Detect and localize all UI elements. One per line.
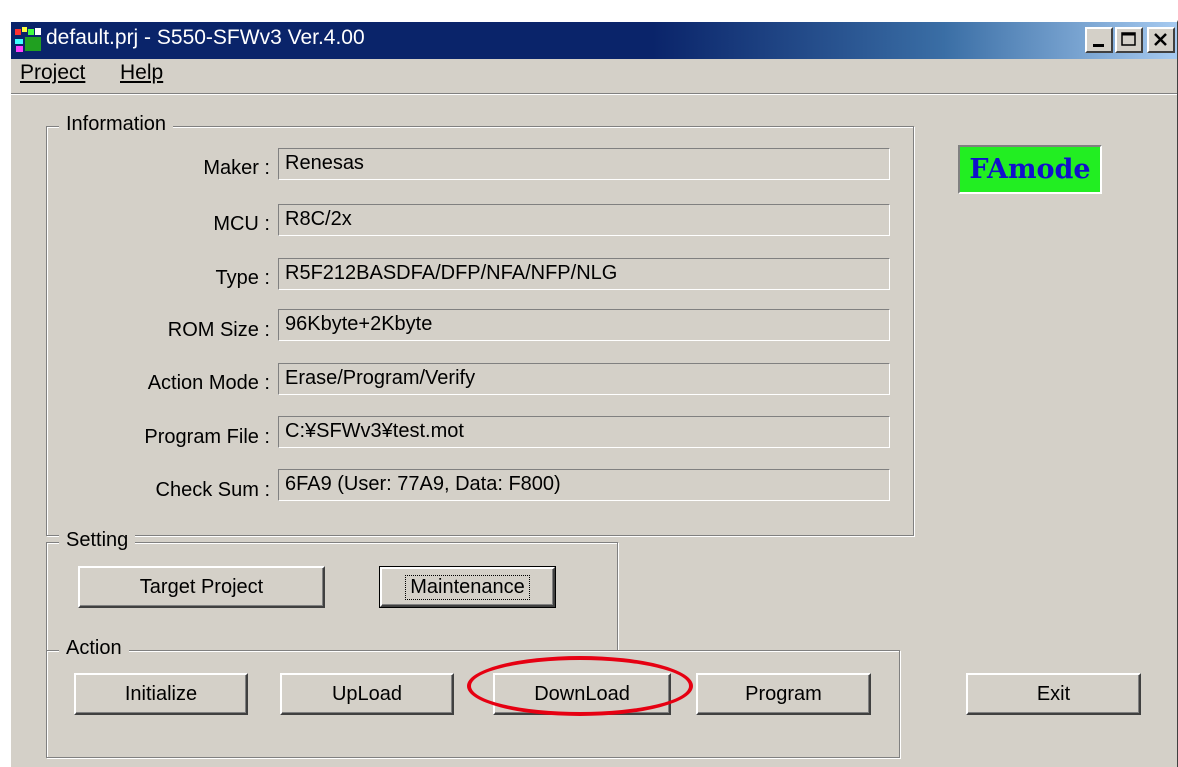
program-file-field: C:¥SFWv3¥test.mot xyxy=(278,416,890,448)
minimize-button[interactable] xyxy=(1085,27,1113,53)
upload-button[interactable]: UpLoad xyxy=(280,673,454,715)
information-group: Information Maker : Renesas MCU : R8C/2x… xyxy=(46,113,914,536)
action-legend: Action xyxy=(59,637,129,660)
title-bar[interactable]: default.prj - S550-SFWv3 Ver.4.00 xyxy=(11,22,1177,59)
menu-help-label: Help xyxy=(120,61,164,84)
menu-bar: Project Help xyxy=(11,59,1177,91)
app-icon xyxy=(13,25,43,55)
close-button[interactable] xyxy=(1147,27,1175,53)
menu-project[interactable]: Project xyxy=(20,61,85,85)
initialize-button[interactable]: Initialize xyxy=(74,673,248,715)
menu-project-label: Project xyxy=(20,61,86,84)
type-field: R5F212BASDFA/DFP/NFA/NFP/NLG xyxy=(278,258,890,290)
minimize-icon xyxy=(1093,44,1104,47)
program-file-label: Program File : xyxy=(144,426,270,448)
mcu-label: MCU : xyxy=(213,213,270,235)
maximize-icon xyxy=(1121,32,1136,46)
maker-label: Maker : xyxy=(203,157,270,179)
action-mode-label: Action Mode : xyxy=(147,372,270,394)
setting-legend: Setting xyxy=(59,529,136,552)
maintenance-label: Maintenance xyxy=(405,574,530,600)
check-sum-field: 6FA9 (User: 77A9, Data: F800) xyxy=(278,469,890,501)
action-mode-field: Erase/Program/Verify xyxy=(278,363,890,395)
menu-separator xyxy=(11,93,1177,95)
target-project-button[interactable]: Target Project xyxy=(78,566,325,608)
type-label: Type : xyxy=(215,267,270,289)
main-window: default.prj - S550-SFWv3 Ver.4.00 Projec… xyxy=(9,20,1178,767)
rom-size-label: ROM Size : xyxy=(167,319,270,341)
information-legend: Information xyxy=(59,113,174,136)
maintenance-button[interactable]: Maintenance xyxy=(379,566,556,608)
rom-size-field: 96Kbyte+2Kbyte xyxy=(278,309,890,341)
window-title: default.prj - S550-SFWv3 Ver.4.00 xyxy=(46,26,365,49)
mcu-field: R8C/2x xyxy=(278,204,890,236)
maker-field: Renesas xyxy=(278,148,890,180)
exit-button[interactable]: Exit xyxy=(966,673,1141,715)
maximize-button[interactable] xyxy=(1115,27,1143,53)
close-icon xyxy=(1154,33,1167,46)
check-sum-label: Check Sum : xyxy=(155,479,270,501)
program-button[interactable]: Program xyxy=(696,673,871,715)
download-button[interactable]: DownLoad xyxy=(493,673,671,715)
menu-help[interactable]: Help xyxy=(120,61,163,85)
famode-indicator: FAmode xyxy=(958,145,1102,194)
